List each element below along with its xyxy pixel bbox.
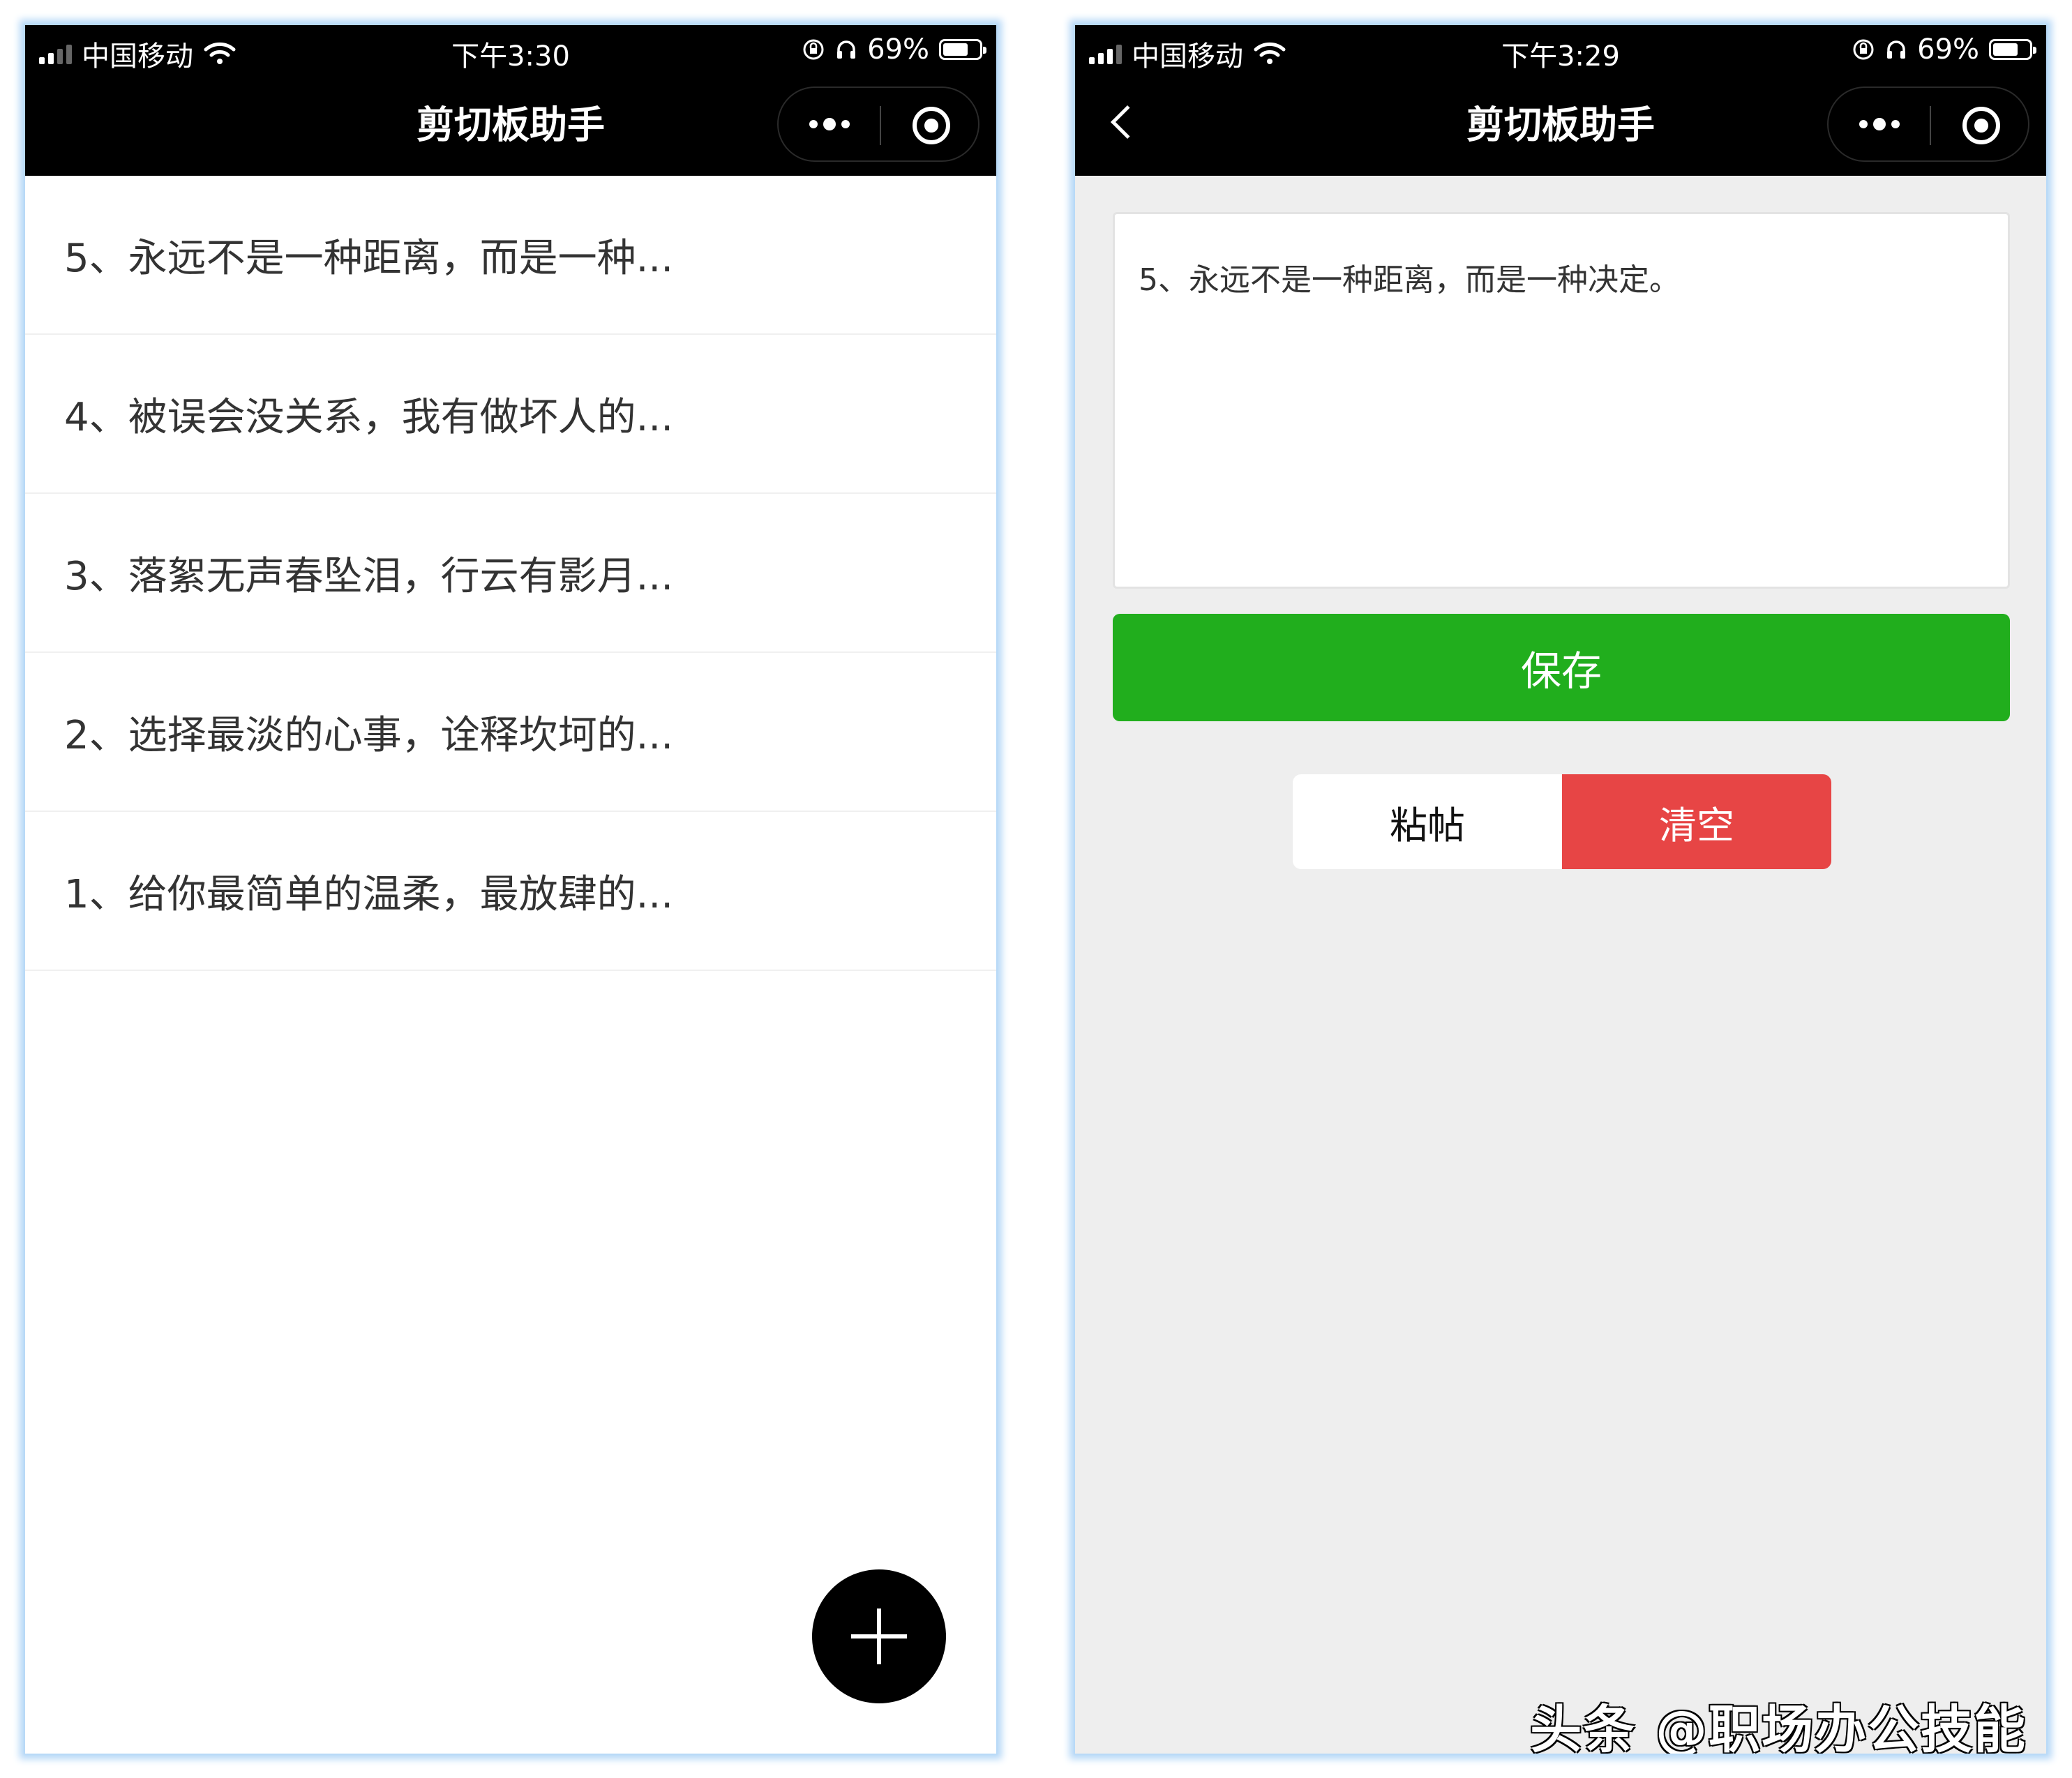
header: 中国移动 下午3:30 69% 剪切板助手 (25, 25, 996, 176)
list-item[interactable]: 2、选择最淡的心事，诠释坎坷的... (25, 653, 996, 812)
close-target-icon[interactable] (1962, 107, 2000, 144)
status-bar: 中国移动 下午3:30 69% (25, 25, 996, 74)
capsule-divider (1930, 106, 1931, 145)
list-item[interactable]: 4、被误会没关系，我有做坏人的... (25, 335, 996, 494)
clear-button[interactable]: 清空 (1562, 774, 1831, 869)
clipboard-textarea[interactable]: 5、永远不是一种距离，而是一种决定。 (1113, 212, 2010, 589)
headphones-icon (1887, 40, 1906, 59)
list-item[interactable]: 1、给你最简单的温柔，最放肆的... (25, 812, 996, 971)
edit-screen: 中国移动 下午3:29 69% 剪切板助手 5、永远不是一种距离，而是一种决定。… (1075, 25, 2046, 1754)
add-button[interactable] (812, 1569, 946, 1703)
headphones-icon (837, 40, 856, 59)
battery-percent: 69% (1917, 33, 1979, 66)
battery-icon (1989, 39, 2036, 60)
close-target-icon[interactable] (913, 107, 950, 144)
capsule-divider (880, 106, 881, 145)
watermark: 头条 @职场办公技能 (1530, 1700, 2027, 1754)
header: 中国移动 下午3:29 69% 剪切板助手 (1075, 25, 2046, 176)
mini-program-capsule (1827, 86, 2029, 162)
battery-percent: 69% (867, 33, 929, 66)
more-icon[interactable] (1859, 88, 1900, 160)
list-screen: 中国移动 下午3:30 69% 剪切板助手 5、永远不是一种距离，而是一种...… (25, 25, 996, 1754)
orientation-lock-icon (803, 39, 824, 60)
list-item[interactable]: 3、落絮无声春坠泪，行云有影月... (25, 494, 996, 653)
orientation-lock-icon (1853, 39, 1874, 60)
clipboard-list: 5、永远不是一种距离，而是一种... 4、被误会没关系，我有做坏人的... 3、… (25, 176, 996, 971)
save-button[interactable]: 保存 (1113, 614, 2010, 721)
list-item[interactable]: 5、永远不是一种距离，而是一种... (25, 176, 996, 335)
mini-program-capsule (777, 86, 979, 162)
more-icon[interactable] (809, 88, 850, 160)
status-bar: 中国移动 下午3:29 69% (1075, 25, 2046, 74)
paste-button[interactable]: 粘帖 (1293, 774, 1562, 869)
battery-icon (939, 39, 986, 60)
